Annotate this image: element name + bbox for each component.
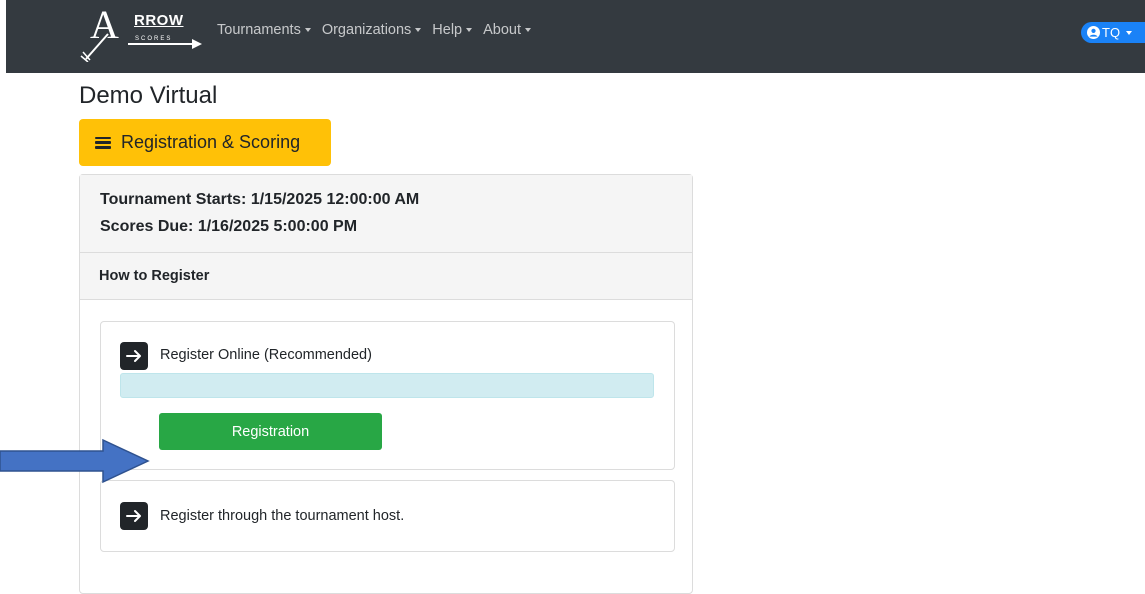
caret-down-icon [415,28,422,32]
nav-about-dropdown[interactable]: About [483,22,532,38]
tournament-start-date: Tournament Starts: 1/15/2025 12:00:00 AM [100,191,420,208]
nav-organizations-label: Organizations [321,22,412,38]
logo-initial: A [90,4,119,47]
user-menu-button[interactable]: TQ [1081,22,1145,43]
register-through-host-card: Register through the tournament host. [100,480,675,552]
page-title: Demo Virtual [79,82,218,109]
caret-down-icon [466,28,473,32]
user-circle-icon [1087,26,1100,39]
tournament-dates: Tournament Starts: 1/15/2025 12:00:00 AM… [80,175,692,253]
how-to-register-header: How to Register [80,253,692,300]
nav-about-label: About [483,22,522,38]
top-navbar: A RROW SCORES Tournaments Organizations … [6,0,1145,73]
arrow-right-icon [120,502,148,530]
logo-subtitle: SCORES [135,36,173,42]
nav-tournaments-label: Tournaments [217,22,301,38]
nav-tournaments-dropdown[interactable]: Tournaments [217,22,311,38]
menu-button-label: Registration & Scoring [121,132,301,152]
register-online-card: Register Online (Recommended) Registrati… [100,321,675,470]
hamburger-icon [95,136,111,149]
info-alert-bar [120,373,654,398]
arrow-scores-logo[interactable]: A RROW SCORES [80,4,205,62]
main-nav: Tournaments Organizations Help About [217,22,532,38]
caret-down-icon [304,28,311,32]
scores-due-date: Scores Due: 1/16/2025 5:00:00 PM [100,218,358,235]
how-to-register-title: How to Register [99,268,210,284]
callout-arrow-icon [0,438,150,484]
registration-button[interactable]: Registration [159,413,382,450]
caret-down-icon [1126,30,1133,35]
tournament-info-panel: Tournament Starts: 1/15/2025 12:00:00 AM… [79,174,693,594]
arrow-right-icon [120,342,148,370]
logo-wordmark: RROW [134,12,184,29]
nav-organizations-dropdown[interactable]: Organizations [321,22,422,38]
nav-help-dropdown[interactable]: Help [432,22,473,38]
registration-scoring-menu-button[interactable]: Registration & Scoring [79,119,331,166]
caret-down-icon [525,28,532,32]
nav-help-label: Help [432,22,463,38]
register-online-label: Register Online (Recommended) [160,347,372,363]
user-initials: TQ [1102,25,1121,40]
register-through-host-label: Register through the tournament host. [160,508,405,524]
